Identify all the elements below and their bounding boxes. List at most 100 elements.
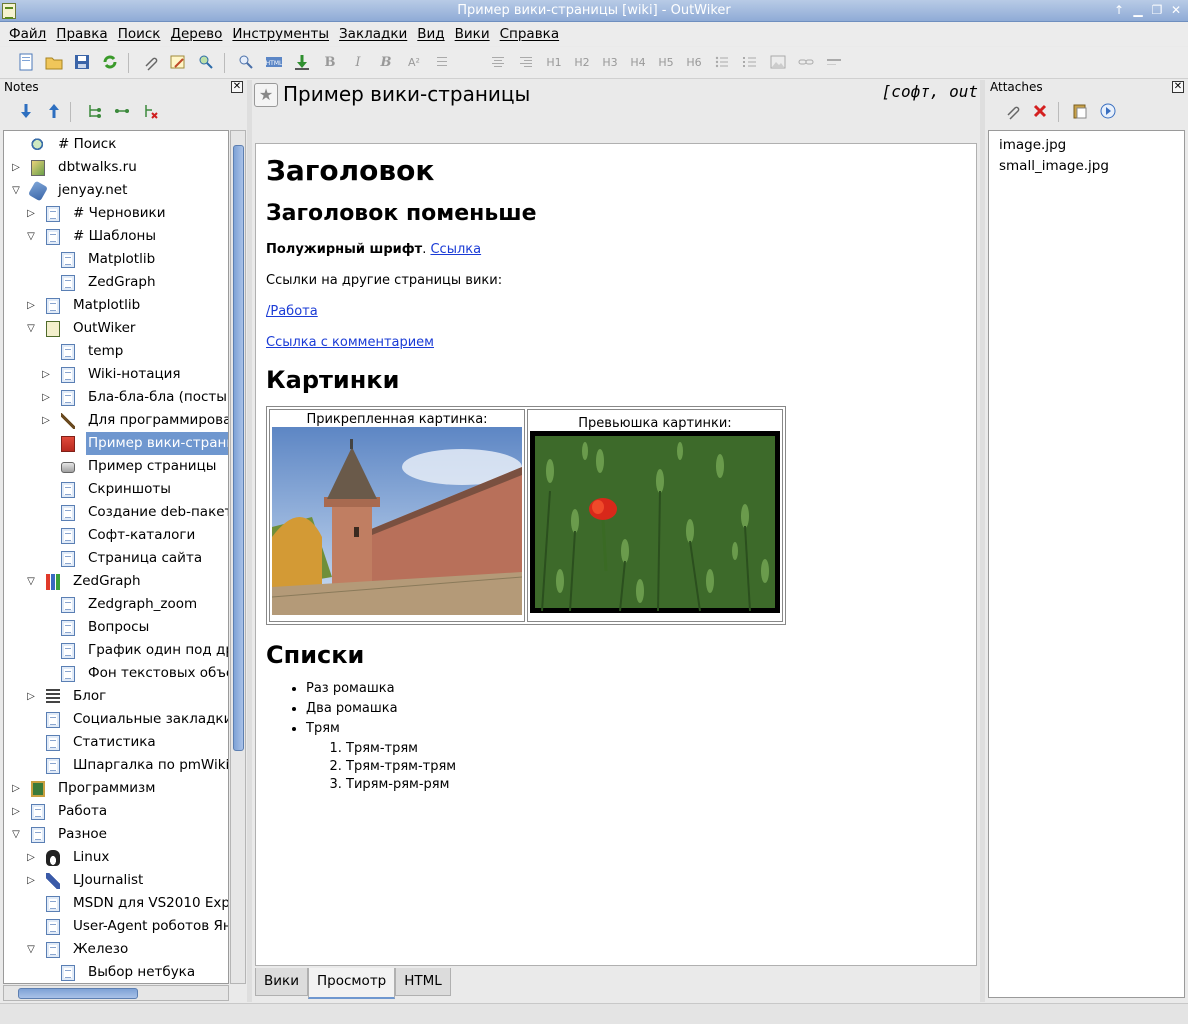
tree-item[interactable]: # Поиск xyxy=(4,133,228,156)
bold-italic-button[interactable]: B xyxy=(376,53,396,73)
heading4-button[interactable]: H4 xyxy=(628,53,648,73)
menu-view[interactable]: Вид xyxy=(412,22,449,46)
tree-item[interactable]: Matplotlib xyxy=(4,248,228,271)
tree-item[interactable]: ▽ # Шаблоны xyxy=(4,225,228,248)
menu-search[interactable]: Поиск xyxy=(113,22,166,46)
tree-item[interactable]: ▷ Matplotlib xyxy=(4,294,228,317)
tree-item[interactable]: ▽ ZedGraph xyxy=(4,570,228,593)
tree-item[interactable]: ▽ OutWiker xyxy=(4,317,228,340)
save-icon[interactable] xyxy=(72,53,92,73)
close-attaches-panel-icon[interactable]: ✕ xyxy=(1172,81,1184,93)
keep-above-icon[interactable]: ↑ xyxy=(1111,2,1127,18)
expand-arrow-icon[interactable]: ▷ xyxy=(40,409,52,432)
tree-item[interactable]: Выбор нетбука xyxy=(4,961,228,983)
tree-item[interactable]: Создание deb-пакета xyxy=(4,501,228,524)
expand-arrow-icon[interactable]: ▷ xyxy=(10,800,22,823)
heading1-button[interactable]: H1 xyxy=(544,53,564,73)
notes-tree-vertical-scrollbar[interactable] xyxy=(230,130,246,984)
tree-item[interactable]: ▷ Блог xyxy=(4,685,228,708)
expand-arrow-icon[interactable]: ▷ xyxy=(25,294,37,317)
tree-item[interactable]: Софт-каталоги xyxy=(4,524,228,547)
expand-arrow-icon[interactable]: ▷ xyxy=(25,846,37,869)
tree-item[interactable]: ▷ dbtwalks.ru xyxy=(4,156,228,179)
expand-arrow-icon[interactable]: ▷ xyxy=(25,202,37,225)
menu-wiki[interactable]: Вики xyxy=(450,22,495,46)
collapse-arrow-icon[interactable]: ▽ xyxy=(25,317,37,340)
move-down-icon[interactable] xyxy=(16,102,36,122)
tree-item[interactable]: User-Agent роботов Янд xyxy=(4,915,228,938)
superscript-button[interactable]: A² xyxy=(404,53,424,73)
tree-item[interactable]: ▷ Wiki-нотация xyxy=(4,363,228,386)
tree-item[interactable]: График один под дру xyxy=(4,639,228,662)
scrollbar-thumb[interactable] xyxy=(233,145,244,751)
link-rabota[interactable]: /Работа xyxy=(266,304,318,319)
horizontal-line-icon[interactable] xyxy=(824,53,844,73)
right-splitter[interactable] xyxy=(980,80,985,1002)
execute-attach-icon[interactable] xyxy=(1098,102,1118,122)
expand-arrow-icon[interactable]: ▷ xyxy=(10,777,22,800)
menu-tree[interactable]: Дерево xyxy=(165,22,227,46)
close-notes-panel-icon[interactable]: ✕ xyxy=(231,81,243,93)
menu-help[interactable]: Справка xyxy=(495,22,564,46)
search-icon[interactable] xyxy=(236,53,256,73)
attachment-item[interactable]: image.jpg xyxy=(999,137,1174,158)
collapse-arrow-icon[interactable]: ▽ xyxy=(25,938,37,961)
tree-item[interactable]: MSDN для VS2010 Expre xyxy=(4,892,228,915)
tree-item[interactable]: ▽ jenyay.net xyxy=(4,179,228,202)
tree-item[interactable]: Вопросы xyxy=(4,616,228,639)
open-folder-icon[interactable] xyxy=(44,53,64,73)
move-up-icon[interactable] xyxy=(44,102,64,122)
link-with-comment[interactable]: Ссылка с комментарием xyxy=(266,335,434,350)
edit-tags-icon[interactable] xyxy=(168,53,188,73)
menu-edit[interactable]: Правка xyxy=(51,22,112,46)
heading2-button[interactable]: H2 xyxy=(572,53,592,73)
collapse-arrow-icon[interactable]: ▽ xyxy=(25,570,37,593)
align-center-icon[interactable] xyxy=(488,53,508,73)
download-icon[interactable] xyxy=(292,53,312,73)
collapse-arrow-icon[interactable]: ▽ xyxy=(10,823,22,846)
bullet-list-icon[interactable] xyxy=(712,53,732,73)
collapse-arrow-icon[interactable]: ▽ xyxy=(25,225,37,248)
remove-page-icon[interactable] xyxy=(140,102,160,122)
image-icon[interactable] xyxy=(768,53,788,73)
tree-item[interactable]: ▷ Бла-бла-бла (посты) xyxy=(4,386,228,409)
heading3-button[interactable]: H3 xyxy=(600,53,620,73)
tree-item[interactable]: ZedGraph xyxy=(4,271,228,294)
bold-button[interactable]: B xyxy=(320,53,340,73)
tree-item[interactable]: ▷ LJournalist xyxy=(4,869,228,892)
tree-item[interactable]: ▷ Программизм xyxy=(4,777,228,800)
numbered-list-icon[interactable] xyxy=(740,53,760,73)
paste-attach-icon[interactable] xyxy=(1070,102,1090,122)
heading5-button[interactable]: H5 xyxy=(656,53,676,73)
tree-item[interactable]: ▷ Работа xyxy=(4,800,228,823)
expand-arrow-icon[interactable]: ▷ xyxy=(40,386,52,409)
collapse-arrow-icon[interactable]: ▽ xyxy=(10,179,22,202)
tree-item[interactable]: Статистика xyxy=(4,731,228,754)
tree-item[interactable]: Страница сайта xyxy=(4,547,228,570)
tree-item[interactable]: Пример вики-страни xyxy=(4,432,228,455)
reload-icon[interactable] xyxy=(100,53,120,73)
left-splitter[interactable] xyxy=(247,80,252,1002)
expand-arrow-icon[interactable]: ▷ xyxy=(25,685,37,708)
minimize-icon[interactable]: ▁ xyxy=(1130,2,1146,18)
tree-item[interactable]: Zedgraph_zoom xyxy=(4,593,228,616)
tree-item[interactable]: Пример страницы xyxy=(4,455,228,478)
find-in-page-icon[interactable] xyxy=(196,53,216,73)
page-tags[interactable]: [софт, out xyxy=(882,82,978,101)
new-page-icon[interactable] xyxy=(16,53,36,73)
tree-item[interactable]: Фон текстовых объе xyxy=(4,662,228,685)
notes-tree-horizontal-scrollbar[interactable] xyxy=(3,985,229,1001)
expand-arrow-icon[interactable]: ▷ xyxy=(40,363,52,386)
attach-icon[interactable] xyxy=(140,53,160,73)
attach-file-icon[interactable] xyxy=(1002,102,1022,122)
notes-tree[interactable]: # Поиск ▷ dbtwalks.ru ▽ jenyay.net ▷ # Чернови… xyxy=(3,130,229,984)
tab-wiki[interactable]: Вики xyxy=(255,968,308,996)
add-child-icon[interactable] xyxy=(112,102,132,122)
scrollbar-thumb[interactable] xyxy=(18,988,138,999)
underline-button[interactable] xyxy=(432,53,452,73)
tree-item[interactable]: Социальные закладки xyxy=(4,708,228,731)
tree-item[interactable]: temp xyxy=(4,340,228,363)
heading6-button[interactable]: H6 xyxy=(684,53,704,73)
tree-item[interactable]: ▽ Железо xyxy=(4,938,228,961)
bookmark-star-icon[interactable]: ★ xyxy=(254,83,278,107)
